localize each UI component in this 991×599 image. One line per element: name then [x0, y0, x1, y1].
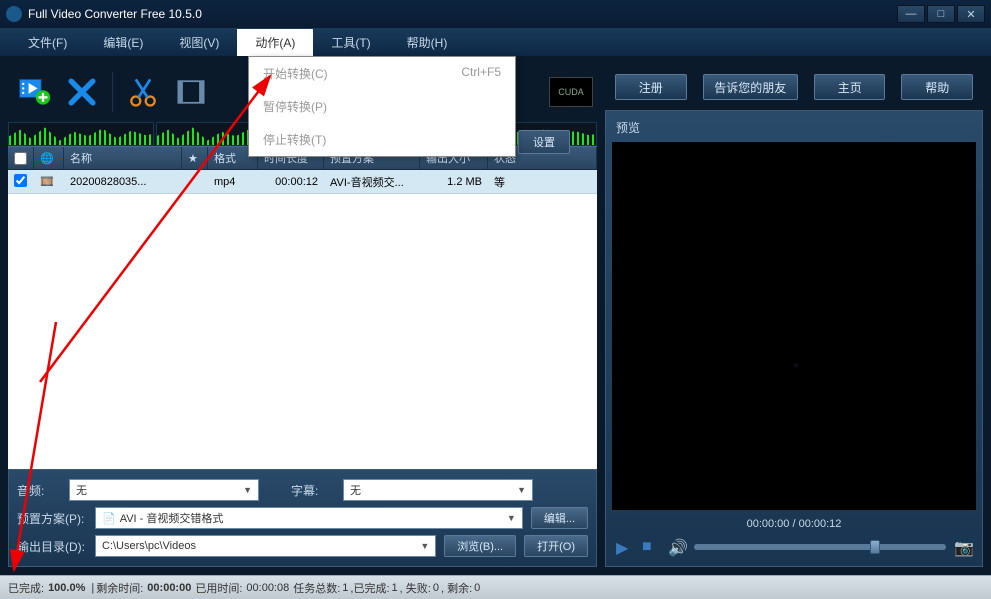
row-format: mp4 — [208, 176, 258, 188]
dropdown-label: 开始转换(C) — [263, 65, 328, 82]
action-buttons: 注册 告诉您的朋友 主页 帮助 — [605, 64, 983, 110]
status-fail: 0 — [433, 582, 439, 594]
title-bar: Full Video Converter Free 10.5.0 — □ ✕ — [0, 0, 991, 28]
file-list: 🎞️ 20200828035... mp4 00:00:12 AVI-音视频交.… — [8, 170, 597, 469]
menu-tools[interactable]: 工具(T) — [313, 29, 388, 56]
select-all-checkbox[interactable] — [14, 152, 27, 165]
window-title: Full Video Converter Free 10.5.0 — [28, 7, 897, 21]
status-fail-label: , 失败: — [400, 580, 431, 596]
col-star[interactable]: ★ — [182, 147, 208, 169]
preset-select[interactable]: 📄 AVI - 音视频交错格式 — [95, 507, 523, 529]
dropdown-label: 停止转换(T) — [263, 131, 326, 148]
dropdown-stop-convert[interactable]: 停止转换(T) — [249, 123, 515, 156]
menu-view[interactable]: 视图(V) — [161, 29, 237, 56]
status-done-pct: 100.0% — [48, 582, 85, 594]
menu-bar: 文件(F) 编辑(E) 视图(V) 动作(A) 工具(T) 帮助(H) — [0, 28, 991, 56]
trim-button[interactable] — [121, 70, 165, 114]
dropdown-pause-convert[interactable]: 暂停转换(P) — [249, 90, 515, 123]
action-dropdown: 开始转换(C) Ctrl+F5 暂停转换(P) 停止转换(T) — [248, 56, 516, 157]
maximize-button[interactable]: □ — [927, 5, 955, 23]
row-duration: 00:00:12 — [258, 176, 324, 188]
tell-friends-button[interactable]: 告诉您的朋友 — [703, 74, 798, 100]
col-name[interactable]: 名称 — [64, 147, 182, 169]
status-tasks: 1 — [342, 582, 348, 594]
seek-slider[interactable] — [694, 544, 946, 550]
audio-select[interactable]: 无 — [69, 479, 259, 501]
preview-panel: 预览 00:00:00 / 00:00:12 ▶ ■ 🔊 📷 — [605, 110, 983, 567]
table-row[interactable]: 🎞️ 20200828035... mp4 00:00:12 AVI-音视频交.… — [8, 170, 597, 194]
row-name: 20200828035... — [64, 176, 182, 188]
row-checkbox[interactable] — [14, 174, 27, 187]
preview-time: 00:00:00 / 00:00:12 — [612, 510, 976, 534]
homepage-button[interactable]: 主页 — [814, 74, 886, 100]
dropdown-shortcut: Ctrl+F5 — [461, 65, 501, 82]
help-button[interactable]: 帮助 — [901, 74, 973, 100]
browse-button[interactable]: 浏览(B)... — [444, 535, 516, 557]
dropdown-start-convert[interactable]: 开始转换(C) Ctrl+F5 — [249, 57, 515, 90]
menu-help[interactable]: 帮助(H) — [389, 29, 466, 56]
preview-title: 预览 — [612, 117, 976, 142]
stop-icon[interactable]: ■ — [642, 538, 660, 556]
menu-file[interactable]: 文件(F) — [10, 29, 85, 56]
cuda-badge: CUDA — [549, 77, 593, 107]
status-tasks-label: 任务总数: — [293, 580, 340, 596]
volume-icon[interactable]: 🔊 — [668, 538, 686, 556]
close-button[interactable]: ✕ — [957, 5, 985, 23]
minimize-button[interactable]: — — [897, 5, 925, 23]
status-remain-label: 剩余时间: — [96, 580, 143, 596]
status-done-label: 已完成: — [8, 580, 44, 596]
status-bar: 已完成: 100.0% | 剩余时间: 00:00:00 已用时间: 00:00… — [0, 575, 991, 599]
preview-video[interactable] — [612, 142, 976, 510]
preset-label: 预置方案(P): — [17, 510, 87, 527]
remove-button[interactable] — [60, 70, 104, 114]
open-folder-button[interactable]: 打开(O) — [524, 535, 588, 557]
settings-button[interactable]: 设置 — [518, 130, 570, 154]
app-logo-icon — [6, 6, 22, 22]
register-button[interactable]: 注册 — [615, 74, 687, 100]
menu-action[interactable]: 动作(A) — [237, 29, 313, 56]
row-filetype-icon: 🎞️ — [34, 175, 64, 188]
subtitle-label: 字幕: — [291, 482, 335, 499]
row-size: 1.2 MB — [420, 176, 488, 188]
dropdown-label: 暂停转换(P) — [263, 98, 327, 115]
play-icon[interactable]: ▶ — [616, 538, 634, 556]
row-preset: AVI-音视频交... — [324, 174, 420, 190]
status-used-label: 已用时间: — [195, 580, 242, 596]
col-globe-icon[interactable]: 🌐 — [34, 147, 64, 169]
status-left: 0 — [474, 582, 480, 594]
outdir-label: 输出目录(D): — [17, 538, 87, 555]
subtitle-select[interactable]: 无 — [343, 479, 533, 501]
status-ok: 1 — [392, 582, 398, 594]
audio-label: 音频: — [17, 482, 61, 499]
options-panel: 音频: 无 字幕: 无 预置方案(P): 📄 AVI - 音视频交错格式 编辑.… — [8, 469, 597, 567]
edit-preset-button[interactable]: 编辑... — [531, 507, 588, 529]
effects-button[interactable] — [169, 70, 213, 114]
snapshot-icon[interactable]: 📷 — [954, 538, 972, 556]
menu-edit[interactable]: 编辑(E) — [85, 29, 161, 56]
row-status: 等 — [488, 174, 597, 190]
status-remain: 00:00:00 — [147, 582, 191, 594]
status-left-label: , 剩余: — [441, 580, 472, 596]
outdir-input[interactable]: C:\Users\pc\Videos — [95, 535, 436, 557]
status-ok-label: ,已完成: — [350, 580, 389, 596]
status-used: 00:00:08 — [246, 582, 289, 594]
add-file-button[interactable] — [12, 70, 56, 114]
